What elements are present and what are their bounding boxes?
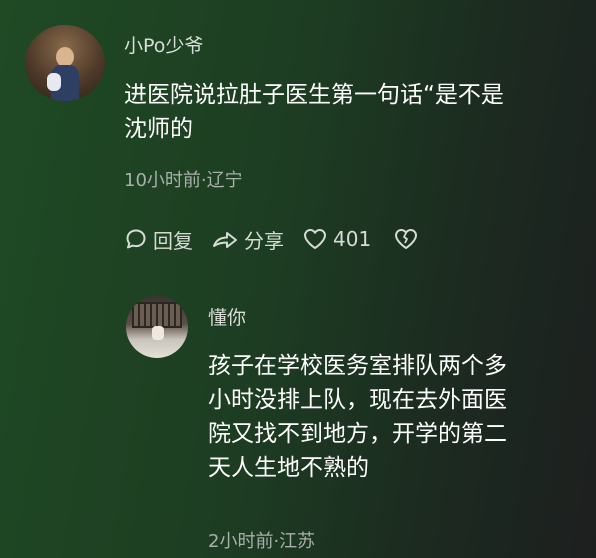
reply-text-line1: 孩子在学校医务室排队两个多 (208, 353, 507, 379)
comment-actions: 回复 分享 401 (124, 224, 442, 254)
broken-heart-icon (395, 229, 418, 249)
comment-text-line1: 进医院说拉肚子医生第一句话“是不是 (124, 82, 504, 108)
comment-bubble-icon (126, 229, 146, 249)
share-label: 分享 (244, 228, 284, 253)
reply-label: 回复 (153, 228, 193, 253)
replier-avatar[interactable] (126, 296, 188, 358)
share-arrow-icon (213, 232, 237, 248)
replier-username[interactable]: 懂你 (208, 303, 246, 330)
reply-button[interactable]: 回复 (124, 225, 193, 254)
avatar-window (132, 302, 182, 328)
reply-text-line2: 小时没排上队，现在去外面医 (208, 387, 507, 413)
comment-text-line2: 沈师的 (124, 116, 193, 142)
dislike-button[interactable] (393, 227, 424, 251)
comment-meta: 10小时前·辽宁 (124, 170, 243, 191)
avatar-figure-head (56, 47, 74, 67)
heart-icon (304, 229, 326, 249)
reply-text-line4: 天人生地不熟的 (208, 455, 369, 481)
comment-text[interactable]: 进医院说拉肚子医生第一句话“是不是 沈师的 (124, 78, 584, 146)
reply-meta: 2小时前·江苏 (208, 531, 316, 552)
avatar-figure-child (47, 73, 61, 91)
like-count: 401 (333, 227, 372, 251)
commenter-avatar[interactable] (25, 25, 105, 101)
avatar-figure (152, 326, 164, 340)
reply-text-line3: 院又找不到地方，开学的第二 (208, 421, 507, 447)
like-button[interactable]: 401 (302, 227, 371, 251)
commenter-username[interactable]: 小Po少爷 (124, 31, 203, 58)
reply-text[interactable]: 孩子在学校医务室排队两个多 小时没排上队，现在去外面医 院又找不到地方，开学的第… (208, 349, 578, 485)
share-button[interactable]: 分享 (211, 225, 284, 254)
